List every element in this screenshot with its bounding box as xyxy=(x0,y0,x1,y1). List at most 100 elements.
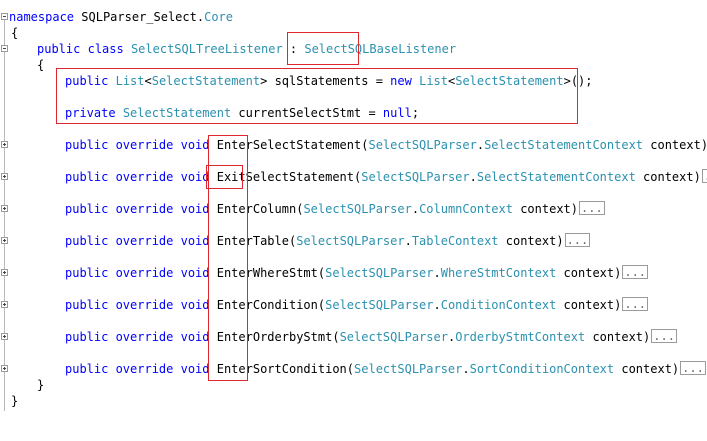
code-line-field-sqlstatements[interactable]: public List<SelectStatement> sqlStatemen… xyxy=(0,73,707,89)
gutter xyxy=(0,137,10,153)
param-namespace: SelectSQLParser xyxy=(296,234,405,248)
collapsed-body-button[interactable]: ... xyxy=(651,329,677,343)
code-line-brace-close[interactable]: } xyxy=(0,393,707,409)
expand-icon[interactable] xyxy=(1,333,8,340)
type-selectstatement: SelectStatement xyxy=(455,74,564,88)
param-name: context) xyxy=(614,362,680,376)
gutter xyxy=(0,297,10,313)
method-signature: public override void EnterSelectStatemen… xyxy=(65,137,707,153)
code-editor[interactable]: namespace SQLParser_Select.Core { public… xyxy=(0,0,707,418)
namespace-core: Core xyxy=(204,10,233,24)
code-line-class-brace-open[interactable]: { xyxy=(0,57,707,73)
field-name: sqlStatements = xyxy=(267,74,391,88)
param-type: SelectStatementContext xyxy=(484,138,644,152)
gutter xyxy=(0,169,10,185)
param-namespace: SelectSQLParser xyxy=(368,138,477,152)
expand-icon[interactable] xyxy=(1,365,8,372)
param-namespace: SelectSQLParser xyxy=(325,266,434,280)
code-line-method[interactable]: public override void EnterOrderbyStmt(Se… xyxy=(0,329,707,345)
param-namespace: SelectSQLParser xyxy=(303,202,412,216)
statement-end: >(); xyxy=(563,74,593,88)
param-type: WhereStmtContext xyxy=(440,266,557,280)
method-name-prefix: Enter xyxy=(216,266,253,280)
type-list: List xyxy=(419,74,448,88)
code-line-method[interactable]: public override void EnterSelectStatemen… xyxy=(0,137,707,153)
method-name-rest: Condition xyxy=(252,298,318,312)
collapsed-body-button[interactable]: ... xyxy=(622,297,649,311)
expand-icon[interactable] xyxy=(1,269,8,276)
method-modifiers: public override void xyxy=(65,266,210,280)
param-name: context) xyxy=(556,298,622,312)
code-line-namespace[interactable]: namespace SQLParser_Select.Core xyxy=(0,9,707,25)
code-line-class-brace-close[interactable]: } xyxy=(0,377,707,393)
collapse-icon[interactable] xyxy=(1,13,8,20)
collapse-icon[interactable] xyxy=(1,45,8,52)
method-modifiers: public override void xyxy=(65,298,210,312)
method-signature: public override void EnterSortCondition(… xyxy=(65,361,706,377)
param-namespace: SelectSQLParser xyxy=(339,330,448,344)
statement-end: ; xyxy=(411,106,420,120)
param-name: context) xyxy=(512,202,579,216)
expand-icon[interactable] xyxy=(1,141,8,148)
param-name: context) xyxy=(556,266,622,280)
code-line-field-currentselectstmt[interactable]: private SelectStatement currentSelectStm… xyxy=(0,105,707,121)
method-name-rest: OrderbyStmt xyxy=(252,330,333,344)
code-line-method[interactable]: public override void EnterCondition(Sele… xyxy=(0,297,707,313)
code-line-method[interactable]: public override void EnterSortCondition(… xyxy=(0,361,707,377)
dot: . xyxy=(469,170,477,184)
collapsed-body-button[interactable]: ... xyxy=(680,361,706,375)
expand-icon[interactable] xyxy=(1,205,8,212)
keyword-private: private xyxy=(65,106,116,120)
expand-icon[interactable] xyxy=(1,237,8,244)
open-brace: { xyxy=(11,26,19,40)
gutter xyxy=(0,329,10,345)
param-name: context) xyxy=(498,234,564,248)
code-line-class[interactable]: public class SelectSQLTreeListener : Sel… xyxy=(0,41,707,57)
method-name-rest: Column xyxy=(252,202,297,216)
keyword-null: null xyxy=(382,106,412,120)
param-type: SortConditionContext xyxy=(469,362,615,376)
param-namespace: SelectSQLParser xyxy=(325,298,434,312)
code-line-method[interactable]: public override void EnterColumn(SelectS… xyxy=(0,201,707,217)
gutter xyxy=(0,201,10,217)
keyword-namespace: namespace xyxy=(9,10,75,24)
code-line-brace-open[interactable]: { xyxy=(0,25,707,41)
keyword-public: public xyxy=(65,74,109,88)
collapsed-body-button[interactable]: ... xyxy=(579,201,605,215)
collapsed-body-button[interactable]: ... xyxy=(622,265,649,279)
collapsed-body-button[interactable]: ... xyxy=(564,233,591,247)
dot: . xyxy=(476,138,485,152)
field-sqlstatements: public List<SelectStatement> sqlStatemen… xyxy=(65,73,593,89)
method-name-prefix: Enter xyxy=(216,362,253,376)
expand-icon[interactable] xyxy=(1,301,8,308)
code-line-method[interactable]: public override void ExitSelectStatement… xyxy=(0,169,707,185)
class-name: SelectSQLTreeListener xyxy=(130,42,283,56)
base-class-name: SelectSQLBaseListener xyxy=(304,42,457,56)
collapsed-body-button[interactable]: ... xyxy=(701,169,707,183)
namespace-name: SQLParser_Select. xyxy=(81,10,205,24)
method-name-rest: SelectStatement xyxy=(245,170,355,184)
dot: . xyxy=(411,202,420,216)
param-namespace: SelectSQLParser xyxy=(354,362,463,376)
gutter xyxy=(0,361,10,377)
code-line-method[interactable]: public override void EnterTable(SelectSQ… xyxy=(0,233,707,249)
method-name-prefix: Exit xyxy=(216,170,246,184)
keyword-new: new xyxy=(390,74,412,88)
gutter xyxy=(0,233,10,249)
angle-open: < xyxy=(144,74,152,88)
method-name-prefix: Enter xyxy=(216,234,253,248)
param-type: ConditionContext xyxy=(440,298,557,312)
method-modifiers: public override void xyxy=(65,330,210,344)
namespace-declaration: namespace SQLParser_Select.Core xyxy=(9,9,233,25)
method-name-prefix: Enter xyxy=(216,298,253,312)
param-name: context) xyxy=(635,170,701,184)
param-type: ColumnContext xyxy=(419,202,513,216)
method-signature: public override void EnterColumn(SelectS… xyxy=(65,201,605,217)
method-modifiers: public override void xyxy=(65,234,210,248)
dot: . xyxy=(433,266,441,280)
expand-icon[interactable] xyxy=(1,173,8,180)
keyword-class: class xyxy=(87,42,124,56)
method-name-prefix: Enter xyxy=(216,138,253,152)
field-currentselectstmt: private SelectStatement currentSelectStm… xyxy=(65,105,419,121)
code-line-method[interactable]: public override void EnterWhereStmt(Sele… xyxy=(0,265,707,281)
